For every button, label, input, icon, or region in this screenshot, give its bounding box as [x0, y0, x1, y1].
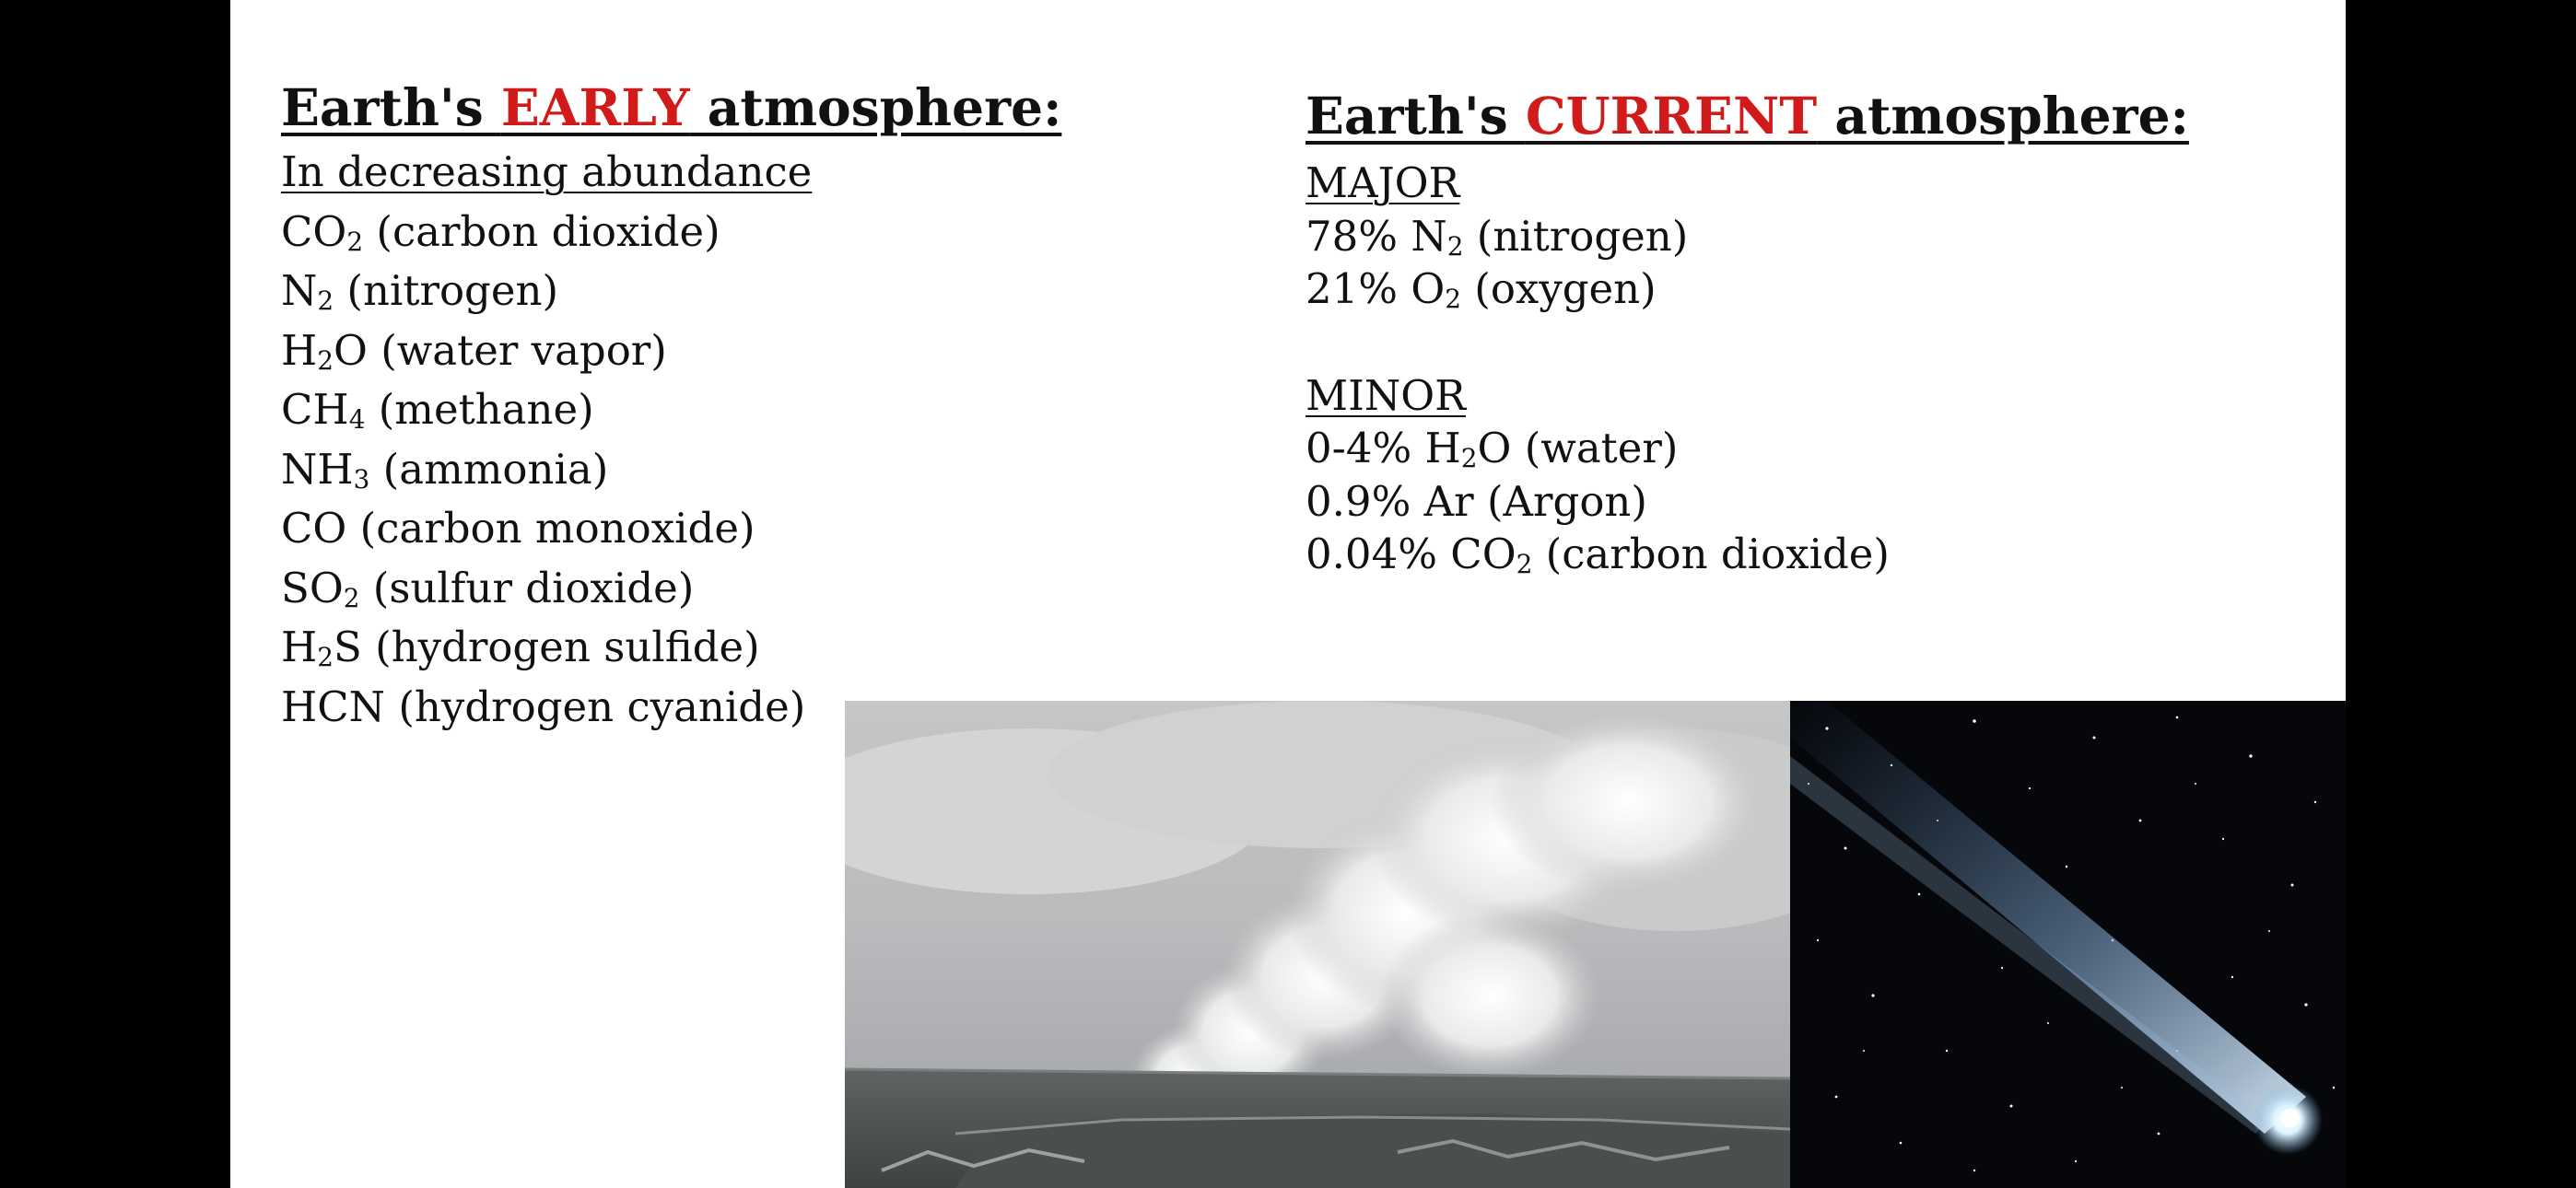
early-subheading: In decreasing abundance [281, 147, 813, 196]
major-gas-item: 78% N2 (nitrogen) [1306, 211, 1689, 262]
major-gas-item: 21% O2 (oxygen) [1306, 264, 1657, 315]
current-gas-list: MAJOR 78% N2 (nitrogen) 21% O2 (oxygen) … [1306, 157, 1890, 581]
major-label: MAJOR [1306, 158, 1460, 207]
minor-gas-item: 0.9% Ar (Argon) [1306, 476, 1647, 526]
comet-tail [1790, 701, 2306, 1134]
early-gas-item: N2 (nitrogen) [281, 266, 559, 317]
early-atmosphere-heading: Earth's EARLY atmosphere: [281, 77, 1062, 137]
early-gas-item: CO (carbon monoxide) [281, 504, 755, 553]
minor-gas-item: 0.04% CO2 (carbon dioxide) [1306, 530, 1890, 580]
early-highlight: EARLY [500, 77, 690, 137]
minor-gas-item: 0-4% H2O (water) [1306, 424, 1679, 474]
early-gas-item: CH4 (methane) [281, 385, 594, 436]
current-highlight: CURRENT [1525, 86, 1818, 146]
early-gas-item: HCN (hydrogen cyanide) [281, 681, 806, 731]
early-gas-item: NH3 (ammonia) [281, 444, 609, 495]
early-gas-item: SO2 (sulfur dioxide) [281, 563, 695, 613]
comet-illustration [1790, 701, 2336, 1172]
current-atmosphere-heading: Earth's CURRENT atmosphere: [1306, 86, 2189, 146]
volcano-plume-illustration [845, 701, 1790, 1188]
early-gas-item: H2S (hydrogen sulfide) [281, 623, 760, 673]
early-gas-item: H2O (water vapor) [281, 325, 667, 376]
early-gas-list: In decreasing abundance CO2 (carbon diox… [281, 143, 812, 737]
comet-photo [1790, 701, 2346, 1188]
volcano-plume-photo [845, 701, 1790, 1188]
slide: Earth's EARLY atmosphere: In decreasing … [230, 0, 2346, 1188]
minor-label: MINOR [1306, 370, 1467, 420]
early-gas-item: CO2 (carbon dioxide) [281, 206, 720, 257]
